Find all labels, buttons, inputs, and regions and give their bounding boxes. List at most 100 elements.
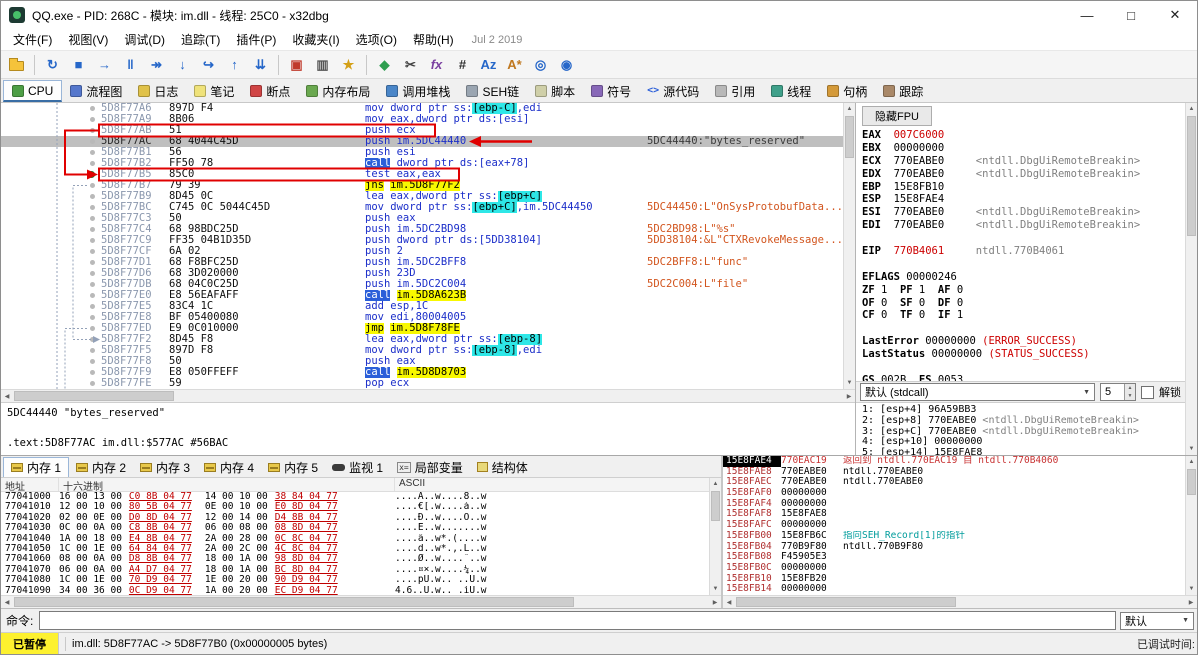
args-lines[interactable]: 1: [esp+4] 96A59BB3 2: [esp+8] 770EABE0 <… [856,403,1185,455]
gutter-dot[interactable] [90,381,95,386]
menu-item[interactable]: 调试(D) [116,29,173,50]
register-line[interactable]: CF 0 TF 0 IF 1 [862,309,1185,322]
shield-button[interactable]: ◆ [372,53,397,77]
gutter-dot[interactable] [90,249,95,254]
function-fx-button[interactable]: fx [424,53,449,77]
highlight-button[interactable]: A* [502,53,527,77]
register-line[interactable]: ECX 770EABE0 <ntdll.DbgUiRemoteBreakin> [862,155,1185,168]
register-line[interactable]: OF 0 SF 0 DF 0 [862,297,1185,310]
calling-convention-combo[interactable]: 默认 (stdcall) ▼ [860,383,1095,401]
compare-button[interactable]: ◉ [554,53,579,77]
assemble-az-button[interactable]: Az [476,53,501,77]
gutter-dot[interactable] [90,139,95,144]
memory-dump-view[interactable]: 地址 十六进制 ASCII 77041000 16 00 13 00 C0 8B 0… [1,478,709,595]
dump-row[interactable]: 77041080 1C 00 1E 00 70 D9 04 77 1E 00 20 0… [1,574,709,585]
gutter-dot[interactable] [90,359,95,364]
scroll-up-icon[interactable]: ▲ [1186,456,1198,468]
step-out-button[interactable]: ↑ [222,53,247,77]
scroll-left-icon[interactable]: ◀ [1,596,13,608]
register-line[interactable] [862,258,1185,271]
tab-dump-4[interactable]: 内存 4 [197,457,261,477]
gutter-dot[interactable] [90,337,95,342]
register-line[interactable]: EDX 770EABE0 <ntdll.DbgUiRemoteBreakin> [862,168,1185,181]
dump-vscroll-thumb[interactable] [711,491,720,521]
scroll-down-icon[interactable]: ▼ [1186,443,1198,455]
register-line[interactable] [862,361,1185,374]
close-button[interactable]: ✕ [1153,1,1197,29]
scroll-left-icon[interactable]: ◀ [723,596,735,608]
register-line[interactable]: GS 002B FS 0053 [862,374,1185,381]
disasm-view[interactable]: 5D8F77A6 897D F4 mov dword ptr ss:[ebp-C],… [1,103,843,389]
gutter-dot[interactable] [90,183,95,188]
tab-handles[interactable]: 句柄 [819,80,875,102]
gutter-dot[interactable] [90,326,95,331]
unlock-checkbox[interactable] [1141,385,1154,399]
trace-record-button[interactable]: ▣ [284,53,309,77]
gutter-dot[interactable] [90,117,95,122]
gutter-dot[interactable] [90,260,95,265]
restart-button[interactable]: ↻ [40,53,65,77]
hide-fpu-button[interactable]: 隐藏FPU [862,106,932,126]
tab-dump-3[interactable]: 内存 3 [133,457,197,477]
dump-hscroll-thumb[interactable] [14,597,574,607]
tab-dump-2[interactable]: 内存 2 [69,457,133,477]
stop-button[interactable]: ■ [66,53,91,77]
disasm-hscrollbar[interactable]: ◀ ▶ [1,389,855,402]
settings-button[interactable]: ▥ [310,53,335,77]
register-line[interactable] [862,232,1185,245]
tab-call-stack[interactable]: 调用堆栈 [378,80,458,102]
disasm-hscroll-thumb[interactable] [14,391,174,401]
tab-dump-1[interactable]: 内存 1 [3,457,70,477]
stepper-up-icon[interactable]: ▲ [1125,384,1135,392]
stack-row[interactable]: 15E8FB00 15E8FB6C 指向SEH_Record[1]的指针 [723,530,1185,542]
register-line[interactable]: LastError 00000000 (ERROR_SUCCESS) [862,335,1185,348]
arg-count-stepper[interactable]: 5 ▲ ▼ [1100,383,1136,401]
menu-item[interactable]: 插件(P) [228,29,284,50]
tab-cpu[interactable]: CPU [3,80,63,102]
scroll-up-icon[interactable]: ▲ [844,103,856,115]
gutter-dot[interactable] [90,282,95,287]
gutter-dot[interactable] [90,205,95,210]
gutter-dot[interactable] [90,216,95,221]
scroll-down-icon[interactable]: ▼ [1186,583,1198,595]
tab-notes[interactable]: 笔记 [186,80,242,102]
run-to-user-button[interactable]: ↠ [144,53,169,77]
gutter-dot[interactable] [90,304,95,309]
scroll-down-icon[interactable]: ▼ [710,583,722,595]
stack-hscrollbar[interactable]: ◀ ▶ [723,595,1197,608]
hash-button[interactable]: # [450,53,475,77]
register-line[interactable]: LastStatus 00000000 (STATUS_SUCCESS) [862,348,1185,361]
favourites-button[interactable]: ★ [336,53,361,77]
register-line[interactable] [862,322,1185,335]
gutter-dot[interactable] [90,238,95,243]
command-input[interactable] [39,611,1116,630]
menu-item[interactable]: 文件(F) [5,29,60,50]
tab-log[interactable]: 日志 [130,80,186,102]
disasm-vscrollbar[interactable]: ▲ ▼ [843,103,855,389]
tab-references[interactable]: 引用 [707,80,763,102]
stack-row[interactable]: 15E8FB14 00000000 [723,584,1185,595]
scroll-right-icon[interactable]: ▶ [1185,596,1197,608]
stepper-down-icon[interactable]: ▼ [1125,392,1135,400]
disasm-row[interactable]: 5D8F77FE 59 pop ecx [1,378,843,389]
tab-symbols[interactable]: 符号 [583,80,639,102]
tab-script[interactable]: 脚本 [527,80,583,102]
register-line[interactable]: EBP 15E8FB10 [862,181,1185,194]
open-file-button[interactable] [4,53,29,77]
tab-struct[interactable]: 结构体 [470,457,535,477]
tab-memory-map[interactable]: 内存布局 [298,80,378,102]
gutter-dot[interactable] [90,271,95,276]
disasm-vscroll-thumb[interactable] [845,116,854,158]
scroll-up-icon[interactable]: ▲ [1186,103,1198,115]
tab-threads[interactable]: 线程 [763,80,819,102]
register-line[interactable]: ZF 1 PF 1 AF 0 [862,284,1185,297]
step-into-button[interactable]: ↓ [170,53,195,77]
register-line[interactable]: ESI 770EABE0 <ntdll.DbgUiRemoteBreakin> [862,206,1185,219]
tab-locals[interactable]: x= 局部变量 [390,457,470,477]
scroll-down-icon[interactable]: ▼ [844,377,856,389]
pause-button[interactable]: ‖ [118,53,143,77]
gutter-dot[interactable] [90,348,95,353]
gutter-dot[interactable] [90,161,95,166]
patches-button[interactable]: ✂ [398,53,423,77]
stack-hscroll-thumb[interactable] [736,597,956,607]
